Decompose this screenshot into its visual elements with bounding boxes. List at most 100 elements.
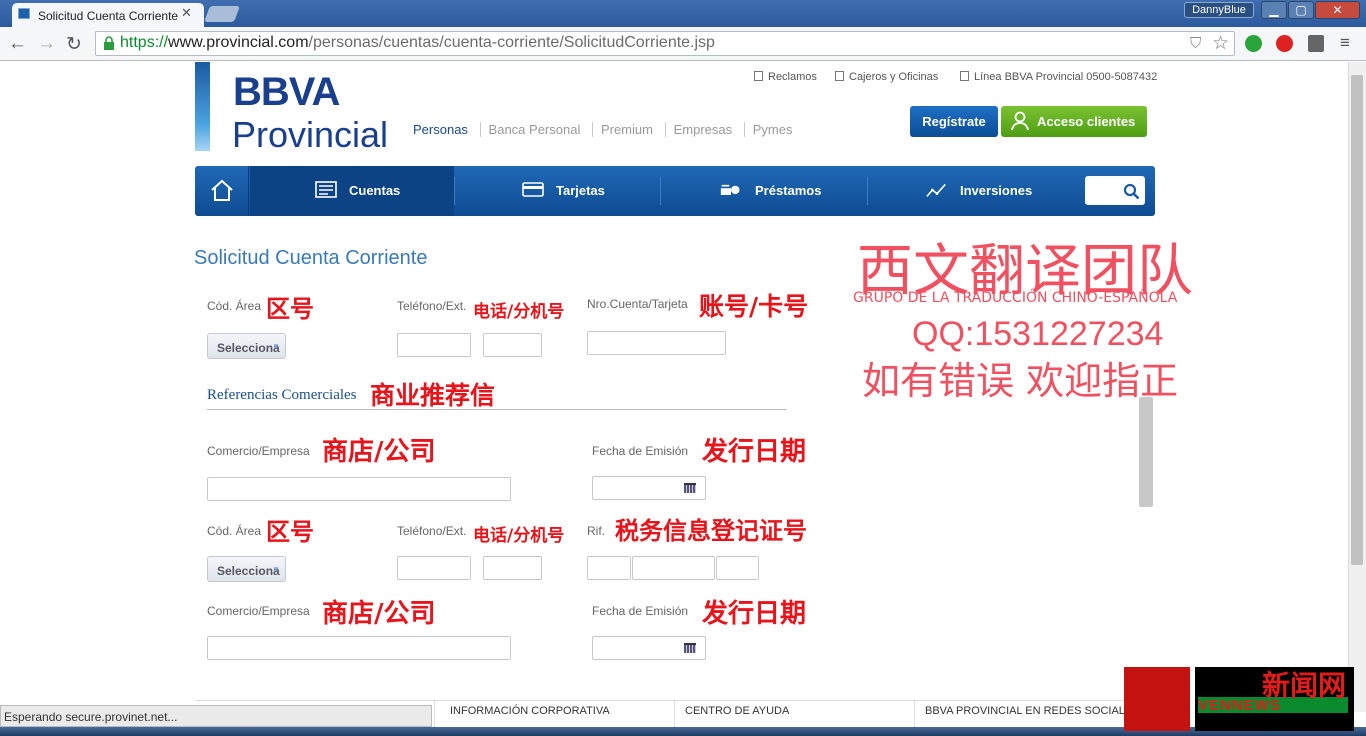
- extension-red-icon[interactable]: [1276, 35, 1293, 52]
- footer-link-redes[interactable]: BBVA PROVINCIAL EN REDES SOCIALES: [925, 705, 1140, 717]
- bookmark-star-icon[interactable]: ☆: [1212, 32, 1229, 55]
- footer-separator: [674, 700, 675, 728]
- company-input[interactable]: [207, 636, 511, 660]
- phone-label: Teléfono/Ext.: [397, 299, 467, 313]
- browser-tab-active[interactable]: Solicitud Cuenta Corriente: [12, 3, 204, 27]
- footer-link-ayuda[interactable]: CENTRO DE AYUDA: [685, 705, 789, 717]
- logo-provincial[interactable]: Provincial: [232, 114, 388, 156]
- nav-item-prestamos[interactable]: Préstamos: [755, 183, 821, 198]
- top-link-reclamos[interactable]: Reclamos: [754, 71, 817, 83]
- lock-icon: [104, 36, 114, 50]
- logo-bbva[interactable]: BBVA: [233, 70, 340, 115]
- nav-separator: [867, 177, 868, 205]
- search-icon[interactable]: [1123, 183, 1140, 200]
- date-label: Fecha de Emisión: [592, 444, 689, 458]
- chevron-down-icon: ▼: [272, 342, 280, 351]
- browser-tab-bar: [0, 0, 1366, 27]
- phone-icon: [754, 71, 763, 81]
- watermark-note: 如有错误 欢迎指正: [862, 359, 1179, 403]
- rif-digit-input[interactable]: [716, 556, 759, 580]
- status-bar: Esperando secure.provinet.net...: [0, 705, 432, 727]
- segment-premium[interactable]: Premium: [591, 122, 661, 137]
- profile-badge[interactable]: DannyBlue: [1184, 2, 1254, 18]
- extension-input[interactable]: [483, 333, 542, 357]
- nav-item-cuentas[interactable]: Cuentas: [349, 183, 400, 198]
- area-code-select[interactable]: Selecciona ▼: [207, 333, 286, 359]
- home-icon: [211, 179, 233, 201]
- top-link-cajeros[interactable]: Cajeros y Oficinas: [835, 71, 938, 83]
- vennews-logo-mark: [1124, 667, 1190, 731]
- account-input[interactable]: [587, 331, 726, 355]
- phone-icon: [960, 71, 969, 81]
- investments-icon: [926, 183, 946, 197]
- extension-gray-icon[interactable]: [1308, 35, 1324, 52]
- nav-item-inversiones[interactable]: Inversiones: [960, 183, 1032, 198]
- loans-icon: [720, 184, 740, 195]
- calendar-icon[interactable]: [684, 643, 696, 653]
- forward-icon[interactable]: →: [37, 33, 56, 55]
- rif-label: Rif.: [587, 524, 605, 538]
- maximize-button[interactable]: ▢: [1288, 1, 1314, 19]
- watermark-qq: QQ:1531227234: [912, 315, 1164, 353]
- url-text[interactable]: https://www.provincial.com/personas/cuen…: [120, 34, 715, 52]
- new-tab-button[interactable]: [204, 6, 240, 22]
- footer-separator: [434, 700, 435, 728]
- logo-stripe: [195, 62, 210, 151]
- annotation-area: 区号: [266, 518, 314, 546]
- section-divider: [207, 409, 787, 410]
- annotation-phone: 电话/分机号: [473, 526, 565, 546]
- top-link-linea[interactable]: Línea BBVA Provincial 0500-5087432: [960, 71, 1157, 83]
- url-host: www.provincial.com: [168, 34, 309, 51]
- company-input[interactable]: [207, 477, 511, 501]
- company-label: Comercio/Empresa: [207, 604, 310, 618]
- annotation-phone: 电话/分机号: [473, 302, 565, 322]
- back-icon[interactable]: ←: [8, 33, 27, 55]
- extension-green-icon[interactable]: [1245, 35, 1262, 52]
- segment-banca-personal[interactable]: Banca Personal: [479, 122, 589, 137]
- phone-input[interactable]: [397, 333, 471, 357]
- reload-icon[interactable]: ↻: [66, 33, 82, 56]
- favicon-icon: [18, 8, 30, 19]
- inner-scrollbar-thumb[interactable]: [1139, 397, 1153, 507]
- calendar-icon[interactable]: [684, 483, 696, 493]
- segment-pymes[interactable]: Pymes: [743, 122, 801, 137]
- nav-separator: [454, 177, 455, 205]
- area-code-label: Cód. Área: [207, 524, 262, 538]
- area-code-select[interactable]: Selecciona ▼: [207, 556, 286, 582]
- page-scrollbar-thumb[interactable]: [1351, 75, 1363, 565]
- user-icon: [1011, 111, 1029, 131]
- rif-number-input[interactable]: [632, 556, 715, 580]
- date-input[interactable]: [592, 476, 706, 500]
- vennews-logo-en: VENNEWS: [1198, 697, 1281, 714]
- tab-close-icon[interactable]: ✕: [181, 5, 192, 21]
- url-scheme: https://: [120, 34, 169, 51]
- extension-input[interactable]: [483, 556, 542, 580]
- accounts-icon: [315, 181, 337, 198]
- nav-separator: [660, 177, 661, 205]
- phone-input[interactable]: [397, 556, 471, 580]
- account-label: Nro.Cuenta/Tarjeta: [587, 297, 688, 311]
- card-icon: [522, 182, 544, 197]
- watermark-team-subtitle: GRUPO DE LA TRADUCCIÓN CHINO-ESPAÑOLA: [853, 290, 1178, 306]
- close-window-button[interactable]: ✕: [1315, 1, 1360, 19]
- footer-divider: [195, 700, 1155, 701]
- date-label: Fecha de Emisión: [592, 604, 689, 618]
- page-title: Solicitud Cuenta Corriente: [194, 247, 428, 269]
- minimize-button[interactable]: ▁: [1261, 1, 1287, 19]
- chevron-down-icon: ▼: [272, 565, 280, 574]
- footer-separator: [914, 700, 915, 728]
- footer-link-corporativa[interactable]: INFORMACIÓN CORPORATIVA: [450, 705, 610, 717]
- atm-icon: [835, 71, 844, 81]
- phone-label: Teléfono/Ext.: [397, 524, 467, 538]
- date-input[interactable]: [592, 636, 706, 660]
- shield-icon[interactable]: ⛉: [1190, 35, 1201, 52]
- nav-item-tarjetas[interactable]: Tarjetas: [556, 183, 605, 198]
- annotation-company: 商店/公司: [322, 599, 436, 629]
- url-path: /personas/cuentas/cuenta-corriente/Solic…: [308, 34, 715, 51]
- rif-prefix-input[interactable]: [587, 556, 631, 580]
- browser-menu-icon[interactable]: ≡: [1340, 33, 1350, 53]
- register-button[interactable]: Regístrate: [910, 106, 998, 137]
- segment-personas[interactable]: Personas: [413, 122, 476, 137]
- segment-empresas[interactable]: Empresas: [664, 122, 741, 137]
- annotation-area: 区号: [266, 295, 314, 323]
